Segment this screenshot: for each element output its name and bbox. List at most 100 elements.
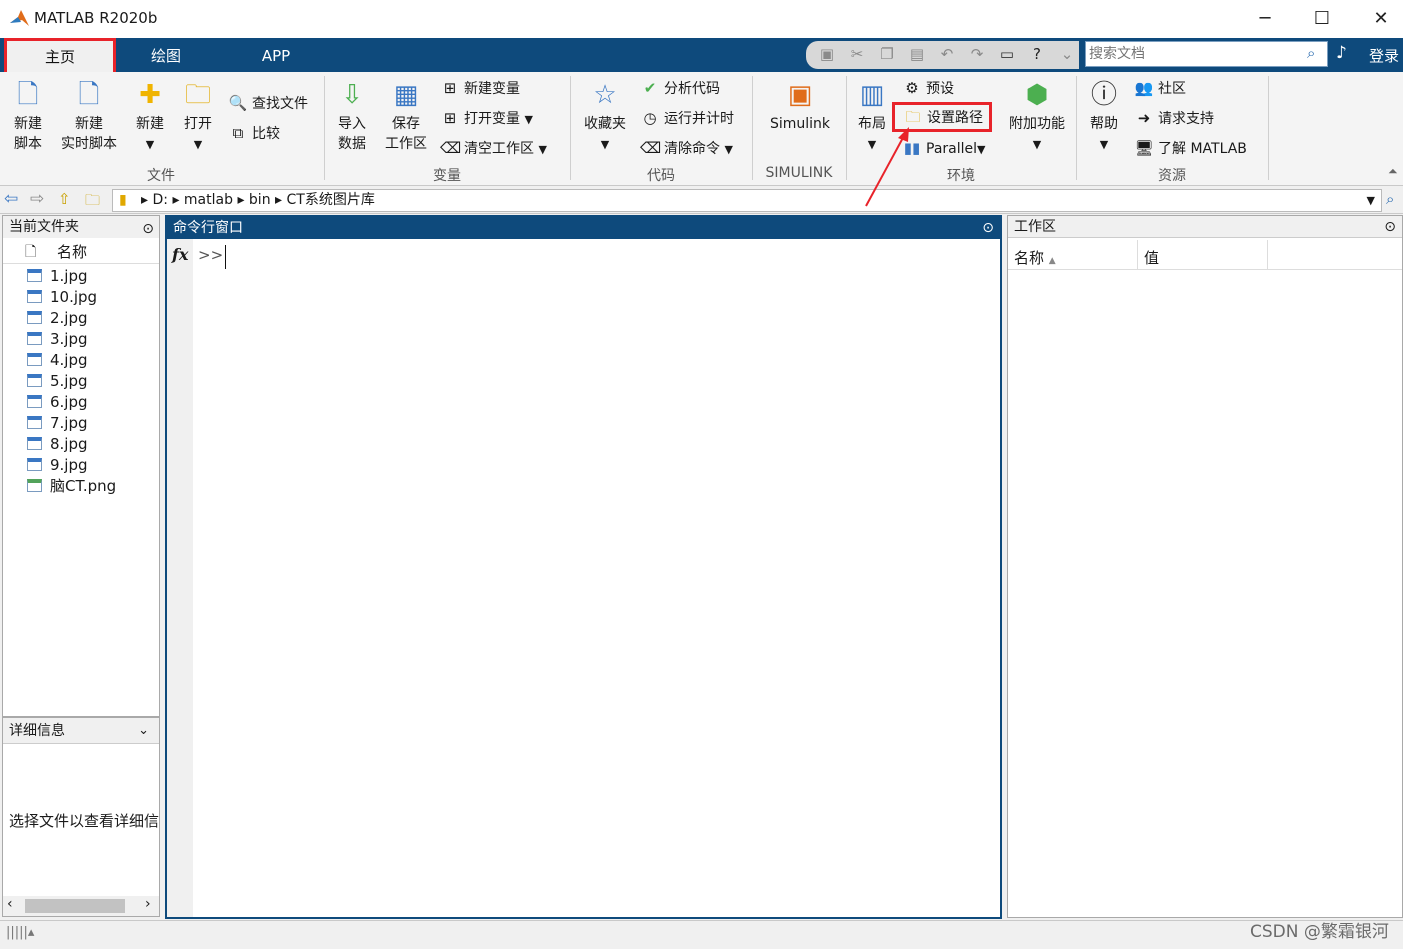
chevron-down-icon: ▼ xyxy=(1032,138,1042,151)
column-header-name[interactable]: 名称 ▲ xyxy=(1008,240,1138,270)
help-button[interactable]: ⓘ 帮助 ▼ xyxy=(1084,80,1124,155)
text-cursor[interactable] xyxy=(225,245,226,269)
import-data-button[interactable]: ⇩ 导入 数据 xyxy=(330,80,374,154)
list-item[interactable]: 6.jpg xyxy=(27,392,88,413)
new-live-script-icon: 🗋 xyxy=(78,80,100,110)
path-bar[interactable]: ▮ ▸ D: ▸ matlab ▸ bin ▸ CT系统图片库 ▼ xyxy=(112,189,1382,212)
browse-folder-icon[interactable]: 🗀 xyxy=(85,190,100,215)
minimize-button[interactable]: ─ xyxy=(1250,6,1280,32)
community-button[interactable]: 👥 社区 xyxy=(1134,78,1186,99)
panel-title: 工作区 xyxy=(1014,219,1056,235)
gear-icon: ⚙ xyxy=(905,79,919,97)
add-ons-icon: ⬢ xyxy=(1025,80,1049,110)
open-variable-button[interactable]: ⊞ 打开变量 ▼ xyxy=(440,108,533,130)
list-item[interactable]: 7.jpg xyxy=(27,413,88,434)
list-item[interactable]: 10.jpg xyxy=(27,287,97,308)
analyze-icon: ✔ xyxy=(643,79,657,97)
analyze-code-button[interactable]: ✔ 分析代码 xyxy=(640,78,720,99)
search-icon[interactable]: ⌕ xyxy=(1307,44,1315,62)
chevron-down-icon[interactable]: ⌄ xyxy=(138,718,149,744)
path-segment[interactable]: CT系统图片库 xyxy=(287,192,375,208)
current-folder-panel: 当前文件夹 ⊙ 🗋 名称 1.jpg 10.jpg 2.jpg 3.jpg 4.j… xyxy=(2,215,160,717)
column-header[interactable]: 🗋 名称 xyxy=(3,238,159,264)
new-button[interactable]: ✚ 新建 ▼ xyxy=(128,80,172,155)
fx-icon[interactable]: fx xyxy=(172,245,188,264)
clear-commands-button[interactable]: ⌫ 清除命令 ▼ xyxy=(640,138,733,160)
column-header-value[interactable]: 值 xyxy=(1138,240,1268,270)
panel-header: 命令行窗口 ⊙ xyxy=(167,217,1000,239)
notification-bell-icon[interactable]: ♪ xyxy=(1336,43,1347,63)
collapse-ribbon-icon[interactable]: ⏶ xyxy=(1388,164,1398,179)
panel-menu-icon[interactable]: ⊙ xyxy=(982,217,994,239)
image-file-icon xyxy=(27,479,42,492)
list-item[interactable]: 8.jpg xyxy=(27,434,88,455)
cut-icon[interactable]: ✂ xyxy=(848,45,866,63)
clear-workspace-button[interactable]: ⌫ 清空工作区 ▼ xyxy=(440,138,547,160)
chevron-down-icon: ▼ xyxy=(524,113,533,126)
panel-menu-icon[interactable]: ⊙ xyxy=(1384,216,1396,238)
learn-matlab-button[interactable]: 🖥 了解 MATLAB xyxy=(1134,138,1246,159)
add-ons-button[interactable]: ⬢ 附加功能 ▼ xyxy=(1002,80,1072,155)
path-history-dropdown-icon[interactable]: ▼ xyxy=(1367,190,1375,211)
list-item[interactable]: 1.jpg xyxy=(27,266,88,287)
list-item[interactable]: 3.jpg xyxy=(27,329,88,350)
paste-icon[interactable]: ▤ xyxy=(908,45,926,63)
login-link[interactable]: 登录 xyxy=(1369,45,1399,66)
tab-home[interactable]: 主页 xyxy=(4,38,116,72)
list-item[interactable]: 4.jpg xyxy=(27,350,88,371)
new-variable-button[interactable]: ⊞ 新建变量 xyxy=(440,78,520,99)
forward-arrow-icon[interactable]: ⇨ xyxy=(30,189,44,209)
panel-header[interactable]: 详细信息 ⌄ xyxy=(3,718,159,744)
list-item[interactable]: 9.jpg xyxy=(27,455,88,476)
chevron-down-icon: ▼ xyxy=(193,138,203,151)
path-segment[interactable]: bin xyxy=(249,192,271,208)
image-file-icon xyxy=(27,332,42,345)
new-script-button[interactable]: 🗋 新建 脚本 xyxy=(4,80,52,154)
search-folder-icon[interactable]: ⌕ xyxy=(1386,190,1394,208)
request-support-button[interactable]: ➜ 请求支持 xyxy=(1134,108,1214,129)
community-icon: 👥 xyxy=(1134,79,1154,97)
tab-apps[interactable]: APP xyxy=(240,38,312,72)
copy-icon[interactable]: ❐ xyxy=(878,45,896,63)
list-item[interactable]: 2.jpg xyxy=(27,308,88,329)
redo-icon[interactable]: ↷ xyxy=(968,45,986,63)
list-item[interactable]: 5.jpg xyxy=(27,371,88,392)
favorites-button[interactable]: ☆ 收藏夹 ▼ xyxy=(578,80,632,155)
tab-plots[interactable]: 绘图 xyxy=(130,38,202,72)
path-segment[interactable]: D: xyxy=(152,192,168,208)
group-label-variable: 变量 xyxy=(433,168,461,184)
set-path-button[interactable]: 🗀 设置路径 xyxy=(892,102,992,132)
run-and-time-button[interactable]: ◷ 运行并计时 xyxy=(640,108,734,129)
save-workspace-button[interactable]: ▦ 保存 工作区 xyxy=(380,80,432,154)
compare-button[interactable]: ⧉ 比较 xyxy=(228,123,280,144)
chevron-down-icon: ▼ xyxy=(1099,138,1109,151)
find-files-button[interactable]: 🔍 查找文件 xyxy=(228,93,308,114)
up-folder-icon[interactable]: ⇧ xyxy=(58,190,71,208)
search-input[interactable] xyxy=(1086,42,1296,66)
scrollbar-thumb[interactable] xyxy=(25,899,125,913)
help-icon[interactable]: ? xyxy=(1028,45,1046,63)
horizontal-scrollbar[interactable]: ‹ › xyxy=(3,896,159,916)
save-icon[interactable]: ▣ xyxy=(818,45,836,63)
path-separator-icon: ▸ xyxy=(237,192,249,208)
maximize-button[interactable]: ☐ xyxy=(1307,6,1337,32)
save-workspace-icon: ▦ xyxy=(393,80,419,110)
simulink-button[interactable]: ▣ Simulink xyxy=(762,80,838,134)
scroll-right-icon[interactable]: › xyxy=(145,896,151,912)
switch-windows-icon[interactable]: ▭ xyxy=(998,45,1016,63)
new-live-script-button[interactable]: 🗋 新建 实时脚本 xyxy=(56,80,122,154)
panel-menu-icon[interactable]: ⊙ xyxy=(142,218,154,240)
dropdown-icon[interactable]: ⌄ xyxy=(1058,45,1076,63)
open-button[interactable]: 🗀 打开 ▼ xyxy=(176,80,220,155)
list-item[interactable]: 脑CT.png xyxy=(27,476,116,497)
undo-icon[interactable]: ↶ xyxy=(938,45,956,63)
parallel-button[interactable]: ▮▮ Parallel▼ xyxy=(902,138,986,160)
path-segment[interactable]: matlab xyxy=(184,192,233,208)
layout-button[interactable]: ▥ 布局 ▼ xyxy=(852,80,892,155)
back-arrow-icon[interactable]: ⇦ xyxy=(4,189,18,209)
scroll-left-icon[interactable]: ‹ xyxy=(7,896,13,912)
folder-icon: ▮ xyxy=(119,192,127,208)
preferences-button[interactable]: ⚙ 预设 xyxy=(902,78,954,99)
panel-header: 当前文件夹 ⊙ xyxy=(3,216,159,238)
close-button[interactable]: ✕ xyxy=(1366,6,1396,32)
